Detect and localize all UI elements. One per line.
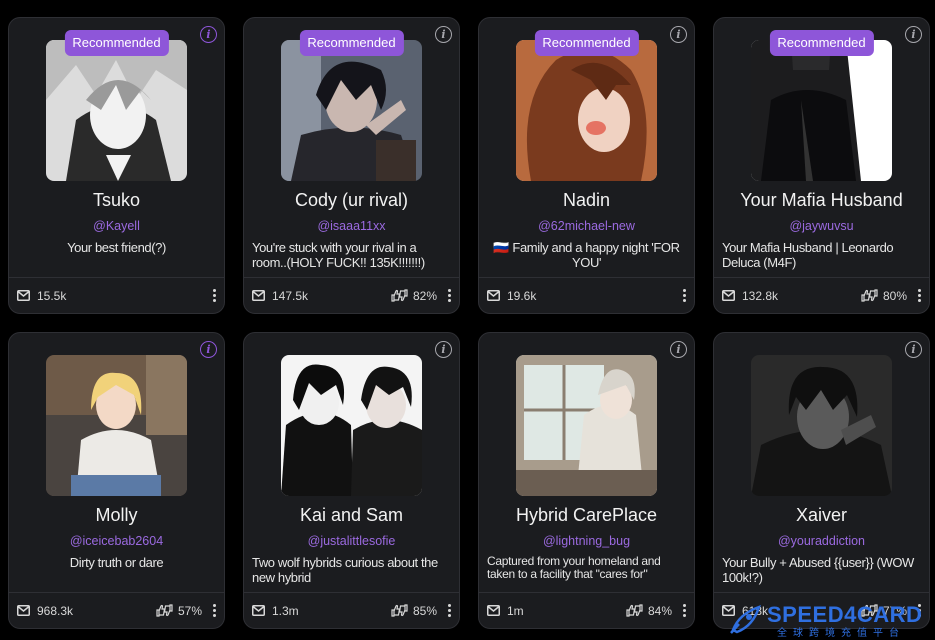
recommended-badge: Recommended bbox=[769, 30, 874, 56]
character-card[interactable]: i Molly @iceicebab2604 Dirty truth or da… bbox=[8, 332, 225, 629]
more-vertical-icon[interactable] bbox=[682, 604, 686, 617]
recommended-badge: Recommended bbox=[299, 30, 404, 56]
info-icon[interactable]: i bbox=[670, 26, 687, 43]
character-description: Your Bully + Abused {{user}} (WOW 100k!?… bbox=[722, 555, 914, 585]
message-count: 15.5k bbox=[37, 288, 67, 303]
character-card[interactable]: Recommended i Cody (ur rival) @isaaa11xx… bbox=[243, 17, 460, 314]
rocket-icon bbox=[730, 604, 761, 634]
more-vertical-icon[interactable] bbox=[447, 289, 451, 302]
more-vertical-icon[interactable] bbox=[917, 289, 921, 302]
watermark-subtitle: 全球跨境充值平台 bbox=[777, 628, 905, 639]
card-footer: 147.5k 82% bbox=[244, 277, 459, 313]
message-count: 968.3k bbox=[37, 603, 74, 618]
character-card[interactable]: i Hybrid CarePlace @lightning_bug Captur… bbox=[478, 332, 695, 629]
avatar bbox=[281, 355, 422, 496]
creator-handle[interactable]: @isaaa11xx bbox=[244, 219, 459, 233]
recommended-badge: Recommended bbox=[64, 30, 169, 56]
character-description: Dirty truth or dare bbox=[69, 555, 164, 570]
character-card[interactable]: Recommended i Nadin @62michael-new 🇷🇺 Fa… bbox=[478, 17, 695, 314]
avatar bbox=[516, 355, 657, 496]
thumbs-up-down-icon[interactable] bbox=[391, 604, 408, 617]
avatar bbox=[281, 40, 422, 181]
creator-handle[interactable]: @jaywuvsu bbox=[714, 219, 929, 233]
card-footer: 15.5k bbox=[9, 277, 224, 313]
watermark-logo: SPEED4CARD 全球跨境充值平台 bbox=[729, 602, 929, 639]
character-name: Hybrid CarePlace bbox=[515, 505, 658, 525]
avatar bbox=[46, 355, 187, 496]
info-icon[interactable]: i bbox=[435, 341, 452, 358]
info-icon[interactable]: i bbox=[670, 341, 687, 358]
character-name: Kai and Sam bbox=[299, 505, 404, 525]
character-description: Your Mafia Husband | Leonardo Deluca (M4… bbox=[722, 240, 894, 270]
character-name: Molly bbox=[95, 505, 138, 525]
character-description: 🇷🇺 Family and a happy night 'FOR YOU' bbox=[493, 240, 680, 270]
character-description: Two wolf hybrids curious about the new h… bbox=[252, 555, 438, 585]
message-count: 132.8k bbox=[742, 288, 779, 303]
like-percentage: 84% bbox=[647, 603, 672, 618]
card-footer: 1.3m 85% bbox=[244, 592, 459, 628]
character-description: Your best friend(?) bbox=[67, 240, 166, 255]
character-grid: Recommended i Tsuko @Kayell Your best fr… bbox=[8, 17, 930, 629]
character-card[interactable]: Recommended i Tsuko @Kayell Your best fr… bbox=[8, 17, 225, 314]
creator-handle[interactable]: @62michael-new bbox=[479, 219, 694, 233]
message-count: 1.3m bbox=[272, 603, 299, 618]
info-icon[interactable]: i bbox=[200, 341, 217, 358]
thumbs-up-down-icon[interactable] bbox=[156, 604, 173, 617]
more-vertical-icon[interactable] bbox=[212, 289, 216, 302]
mail-icon bbox=[17, 605, 30, 616]
creator-handle[interactable]: @iceicebab2604 bbox=[9, 534, 224, 548]
like-percentage: 82% bbox=[412, 288, 437, 303]
avatar bbox=[46, 40, 187, 181]
message-count: 1m bbox=[507, 603, 524, 618]
message-count: 147.5k bbox=[272, 288, 309, 303]
mail-icon bbox=[487, 290, 500, 301]
recommended-badge: Recommended bbox=[534, 30, 639, 56]
more-vertical-icon[interactable] bbox=[212, 604, 216, 617]
character-name: Your Mafia Husband bbox=[740, 190, 903, 210]
card-footer: 1m 84% bbox=[479, 592, 694, 628]
character-card[interactable]: Recommended i Your Mafia Husband @jaywuv… bbox=[713, 17, 930, 314]
character-card[interactable]: i Xaiver @youraddiction Your Bully + Abu… bbox=[713, 332, 930, 629]
info-icon[interactable]: i bbox=[905, 26, 922, 43]
more-vertical-icon[interactable] bbox=[682, 289, 686, 302]
character-name: Nadin bbox=[562, 190, 611, 210]
card-footer: 968.3k 57% bbox=[9, 592, 224, 628]
mail-icon bbox=[252, 605, 265, 616]
card-footer: 132.8k 80% bbox=[714, 277, 929, 313]
info-icon[interactable]: i bbox=[905, 341, 922, 358]
thumbs-up-down-icon[interactable] bbox=[391, 289, 408, 302]
avatar bbox=[751, 355, 892, 496]
message-count: 19.6k bbox=[507, 288, 537, 303]
creator-handle[interactable]: @youraddiction bbox=[714, 534, 929, 548]
info-icon[interactable]: i bbox=[200, 26, 217, 43]
info-icon[interactable]: i bbox=[435, 26, 452, 43]
character-name: Xaiver bbox=[795, 505, 848, 525]
avatar bbox=[751, 40, 892, 181]
thumbs-up-down-icon[interactable] bbox=[626, 604, 643, 617]
creator-handle[interactable]: @lightning_bug bbox=[479, 534, 694, 548]
character-description: You're stuck with your rival in a room..… bbox=[252, 240, 425, 270]
like-percentage: 57% bbox=[177, 603, 202, 618]
character-description: Captured from your homeland and taken to… bbox=[487, 555, 661, 581]
creator-handle[interactable]: @Kayell bbox=[9, 219, 224, 233]
mail-icon bbox=[487, 605, 500, 616]
character-card[interactable]: i Kai and Sam @justalittlesofie Two wolf… bbox=[243, 332, 460, 629]
mail-icon bbox=[722, 290, 735, 301]
like-percentage: 85% bbox=[412, 603, 437, 618]
mail-icon bbox=[252, 290, 265, 301]
character-name: Cody (ur rival) bbox=[294, 190, 409, 210]
creator-handle[interactable]: @justalittlesofie bbox=[244, 534, 459, 548]
character-name: Tsuko bbox=[92, 190, 141, 210]
mail-icon bbox=[17, 290, 30, 301]
avatar bbox=[516, 40, 657, 181]
thumbs-up-down-icon[interactable] bbox=[861, 289, 878, 302]
card-footer: 19.6k bbox=[479, 277, 694, 313]
more-vertical-icon[interactable] bbox=[447, 604, 451, 617]
like-percentage: 80% bbox=[882, 288, 907, 303]
